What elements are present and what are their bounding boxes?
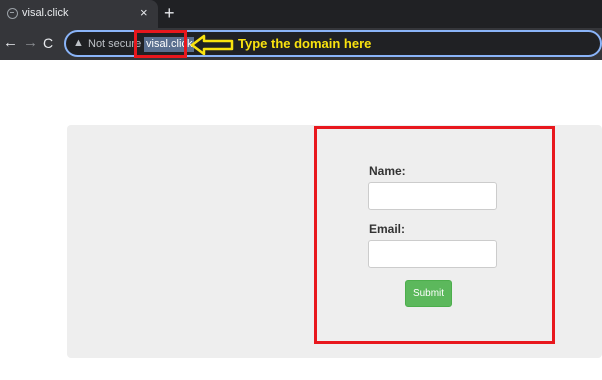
browser-tab[interactable]: visal.click ×	[0, 0, 158, 28]
reload-button[interactable]: C	[43, 34, 53, 52]
back-button[interactable]: ←	[3, 34, 18, 52]
name-input[interactable]	[368, 182, 497, 210]
tab-title: visal.click	[22, 7, 69, 19]
submit-button[interactable]: Submit	[405, 280, 452, 307]
tab-bar: visal.click × +	[0, 0, 602, 28]
name-label: Name:	[369, 164, 406, 178]
close-tab-icon[interactable]: ×	[140, 5, 148, 21]
globe-icon	[7, 8, 18, 19]
new-tab-button[interactable]: +	[164, 2, 175, 24]
annotation-label: Type the domain here	[238, 36, 372, 51]
email-input[interactable]	[368, 240, 497, 268]
form-highlight-box	[314, 126, 555, 344]
forward-button[interactable]: →	[23, 34, 38, 52]
url-highlight-box	[134, 30, 187, 58]
email-label: Email:	[369, 222, 406, 236]
warning-icon[interactable]: ▲	[73, 37, 84, 49]
pointer-arrow-icon	[190, 34, 234, 56]
